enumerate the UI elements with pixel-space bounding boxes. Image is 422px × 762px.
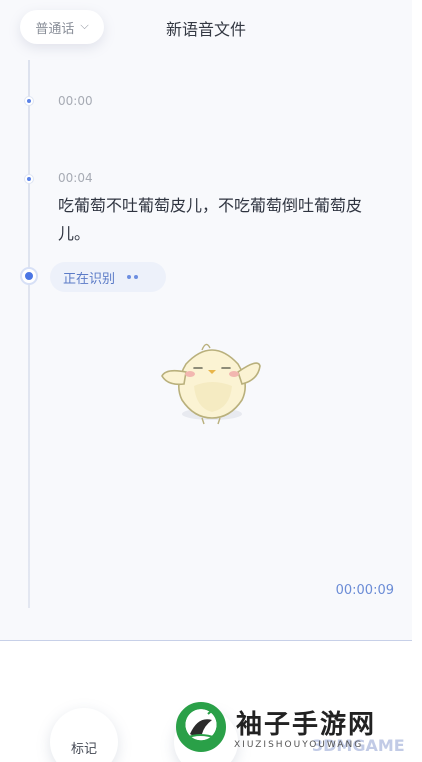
elapsed-time: 00:00:09 — [335, 583, 394, 598]
timestamp: 00:00 — [58, 94, 93, 108]
watermark: 袖子手游网 3DMGAME XIUZISHOUYOUWANG — [176, 700, 416, 762]
transcript-text: 吃葡萄不吐葡萄皮儿，不吃葡萄倒吐葡萄皮儿。 — [58, 196, 363, 243]
bird-logo-icon — [176, 702, 226, 752]
current-position-dot — [22, 269, 36, 283]
screen-edge — [412, 0, 422, 762]
timeline-dot — [25, 175, 33, 183]
loading-dots-icon — [127, 275, 139, 279]
recognizing-status: 正在识别 — [50, 262, 166, 292]
recognizing-label: 正在识别 — [63, 271, 116, 287]
recording-screen: 普通话 ⌵ 新语音文件 00:00 00:04 吃葡萄不吐葡萄皮儿，不吃葡萄倒吐… — [0, 0, 412, 762]
page-title: 新语音文件 — [165, 20, 246, 39]
mark-button-label: 标记 — [70, 742, 97, 757]
chick-mascot-icon — [161, 343, 261, 425]
watermark-subtitle: XIUZISHOUYOUWANG — [234, 740, 364, 750]
timeline-line — [28, 60, 30, 608]
timeline-dot — [25, 97, 33, 105]
timestamp: 00:04 — [58, 171, 93, 185]
